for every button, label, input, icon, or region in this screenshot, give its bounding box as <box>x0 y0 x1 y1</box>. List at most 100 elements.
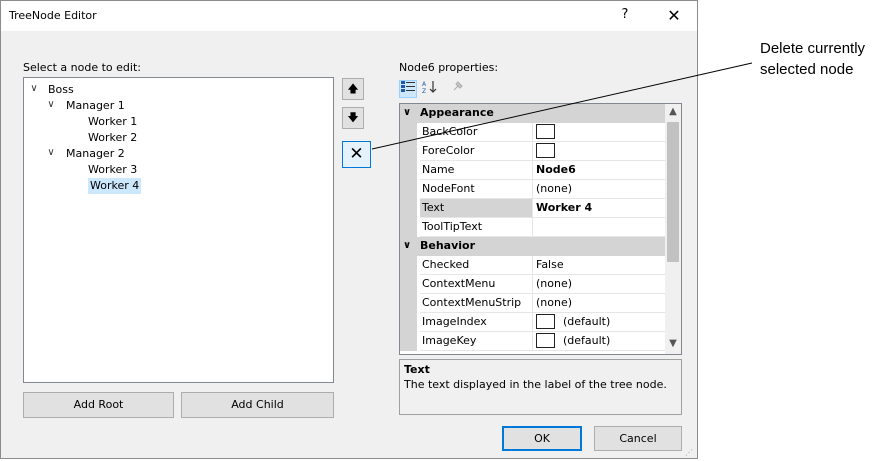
property-value[interactable] <box>533 123 668 142</box>
scroll-up-icon[interactable]: ▲ <box>665 106 681 120</box>
window-title: TreeNode Editor <box>9 9 97 22</box>
row-gutter <box>400 275 417 294</box>
svg-text:Z: Z <box>422 88 426 94</box>
tree-node[interactable]: Worker 1 <box>88 114 137 130</box>
property-row[interactable]: Checked False <box>400 256 668 275</box>
tree-node[interactable]: Manager 1 <box>66 98 125 114</box>
move-up-button[interactable]: 🡅 <box>342 78 364 100</box>
property-name: Text <box>420 199 533 218</box>
property-value-text: (none) <box>536 277 573 290</box>
property-row[interactable]: ImageIndex (default) <box>400 313 668 332</box>
property-pages-icon[interactable] <box>449 80 467 98</box>
collapse-chevron-icon[interactable]: ∨ <box>403 237 411 255</box>
callout-line-2: selected node <box>760 61 854 78</box>
expand-chevron-icon[interactable]: ∨ <box>46 99 56 110</box>
delete-node-button[interactable]: ✕ <box>342 141 371 168</box>
row-gutter <box>400 313 417 332</box>
property-value-text: False <box>536 258 564 271</box>
property-value[interactable] <box>533 142 668 161</box>
property-value[interactable]: Worker 4 <box>533 199 668 218</box>
value-swatch <box>536 143 555 158</box>
close-button[interactable]: ✕ <box>663 6 685 26</box>
property-row[interactable]: ToolTipText <box>400 218 668 237</box>
property-row[interactable]: NodeFont (none) <box>400 180 668 199</box>
ok-button[interactable]: OK <box>502 426 582 451</box>
description-title: Text <box>404 363 430 376</box>
property-row[interactable]: ContextMenuStrip (none) <box>400 294 668 313</box>
property-value-text: (default) <box>563 334 611 347</box>
callout-line-1: Delete currently <box>760 40 866 57</box>
property-value[interactable]: False <box>533 256 668 275</box>
property-value-text: (none) <box>536 296 573 309</box>
property-value[interactable]: Node6 <box>533 161 668 180</box>
property-grid[interactable]: ∨ Appearance BackColor ForeColor Name Node6 No… <box>399 103 682 355</box>
arrow-up-icon: 🡅 <box>347 82 359 95</box>
svg-text:A: A <box>422 81 427 88</box>
property-name: Checked <box>420 256 533 275</box>
value-swatch <box>536 333 555 348</box>
row-gutter <box>400 294 417 313</box>
property-category[interactable]: ∨ Appearance <box>400 104 665 123</box>
row-gutter <box>400 256 417 275</box>
property-grid-toolbar: AZ <box>399 78 519 100</box>
node-tree[interactable]: ∨ Boss ∨ Manager 1 Worker 1 Worker 2 ∨ Manager … <box>23 77 334 383</box>
property-value[interactable]: (none) <box>533 294 668 313</box>
title-bar: TreeNode Editor ? ✕ <box>1 1 697 31</box>
value-swatch <box>536 314 555 329</box>
row-gutter <box>400 199 417 218</box>
property-value-text: Node6 <box>536 163 576 176</box>
category-label: Appearance <box>420 106 494 119</box>
tree-node[interactable]: Worker 2 <box>88 130 137 146</box>
alphabetical-icon[interactable]: AZ <box>421 80 439 98</box>
arrow-down-icon: 🡇 <box>347 111 359 124</box>
tree-node[interactable]: Manager 2 <box>66 146 125 162</box>
property-row[interactable]: ContextMenu (none) <box>400 275 668 294</box>
property-name: ImageIndex <box>420 313 533 332</box>
scroll-down-icon[interactable]: ▼ <box>665 338 681 352</box>
categorized-icon[interactable] <box>399 80 417 98</box>
property-grid-scrollbar[interactable]: ▲ ▼ <box>665 104 681 354</box>
resize-grip-icon[interactable]: ⋰ <box>685 448 695 458</box>
property-name: ToolTipText <box>420 218 533 237</box>
help-button[interactable]: ? <box>615 7 635 25</box>
property-value[interactable]: (default) <box>533 313 668 332</box>
properties-label: Node6 properties: <box>399 61 499 74</box>
row-gutter <box>400 218 417 237</box>
property-name: ForeColor <box>420 142 533 161</box>
property-name: ImageKey <box>420 332 533 351</box>
tree-node[interactable]: Worker 4 <box>88 178 142 194</box>
property-value-text: Worker 4 <box>536 201 593 214</box>
scroll-thumb[interactable] <box>667 122 679 262</box>
row-gutter <box>400 161 417 180</box>
property-name: BackColor <box>420 123 533 142</box>
property-row[interactable]: Text Worker 4 <box>400 199 668 218</box>
expand-chevron-icon[interactable]: ∨ <box>29 83 39 94</box>
property-category[interactable]: ∨ Behavior <box>400 237 665 256</box>
property-row[interactable]: BackColor <box>400 123 668 142</box>
tree-label: Select a node to edit: <box>23 61 141 74</box>
property-name: Name <box>420 161 533 180</box>
property-row[interactable]: ForeColor <box>400 142 668 161</box>
value-swatch <box>536 124 555 139</box>
expand-chevron-icon[interactable]: ∨ <box>46 147 56 158</box>
property-value[interactable]: (default) <box>533 332 668 351</box>
collapse-chevron-icon[interactable]: ∨ <box>403 104 411 122</box>
property-value[interactable]: (none) <box>533 275 668 294</box>
property-row[interactable]: Name Node6 <box>400 161 668 180</box>
category-label: Behavior <box>420 239 476 252</box>
tree-node[interactable]: Worker 3 <box>88 162 137 178</box>
property-value[interactable]: (none) <box>533 180 668 199</box>
property-value[interactable] <box>533 218 668 237</box>
add-child-button[interactable]: Add Child <box>181 392 334 418</box>
row-gutter <box>400 142 417 161</box>
treenode-editor-dialog: TreeNode Editor ? ✕ Select a node to edi… <box>0 0 698 459</box>
property-row[interactable]: ImageKey (default) <box>400 332 668 351</box>
row-gutter <box>400 123 417 142</box>
add-root-button[interactable]: Add Root <box>23 392 174 418</box>
delete-icon: ✕ <box>349 144 364 164</box>
cancel-button[interactable]: Cancel <box>594 426 682 451</box>
description-text: The text displayed in the label of the t… <box>404 378 667 391</box>
tree-node[interactable]: Boss <box>48 82 74 98</box>
move-down-button[interactable]: 🡇 <box>342 107 364 129</box>
callout-annotation: Delete currently selected node <box>760 38 865 80</box>
